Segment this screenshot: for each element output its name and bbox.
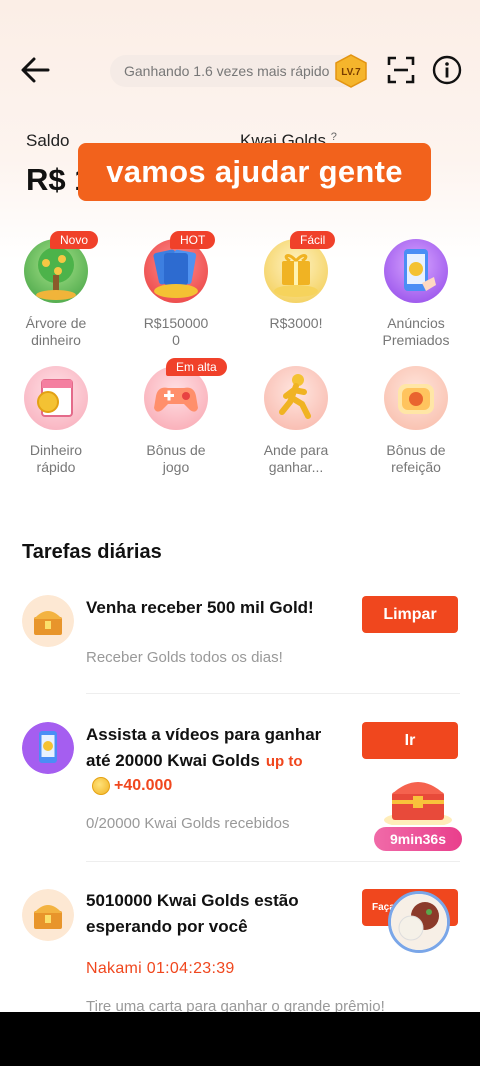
phone-ad-icon [384,239,448,303]
speed-boost-pill[interactable]: Ganhando 1.6 vezes mais rápido [110,55,366,87]
coin-calendar-icon [24,366,88,430]
go-button[interactable]: Ir [362,722,458,759]
task-subtitle: Tire uma carta para ganhar o grande prêm… [86,998,385,1012]
tasks-section-title: Tarefas diárias [22,541,162,563]
feature-label: Árvore de dinheiro [25,315,87,348]
feature-label: Ande para ganhar... [263,442,329,475]
feature-meal-bonus[interactable]: Bônus de refeição [356,366,476,476]
feature-label: Anúncios Premiados [382,315,450,348]
feature-badge: Novo [50,231,99,249]
money-tree-icon: Novo [24,231,99,303]
floating-timer[interactable]: 9min36s [372,825,464,853]
meal-icon [384,366,448,430]
divider [86,693,460,694]
feature-label: R$3000! [269,315,323,331]
saldo-label: Saldo [26,131,70,150]
treasure-chest-icon [22,889,74,941]
treasure-chest-icon [22,595,74,647]
task-title: 5010000 Kwai Golds estão esperando por v… [86,888,299,940]
task-title: Assista a vídeos para ganhar até 20000 K… [86,722,321,775]
task-subtitle: Receber Golds todos os dias! [86,649,283,666]
floating-chest-icon[interactable] [380,770,456,830]
walking-man-icon [264,366,328,430]
up-to-label: up to [265,753,303,770]
back-arrow-icon[interactable] [18,54,52,86]
gold-coin-icon [92,777,110,795]
rewards-page: Ganhando 1.6 vezes mais rápido LV.7 Sald… [0,0,480,1012]
video-caption-overlay: vamos ajudar gente [78,143,431,201]
feature-walk[interactable]: Ande para ganhar... [236,366,356,476]
feature-badge: Fácil [290,231,336,249]
task-title-line1: 5010000 Kwai Golds estão [86,891,299,910]
feature-badge: HOT [170,231,216,249]
help-icon[interactable]: ? [331,131,337,143]
system-navigation-bar [0,1012,480,1066]
countdown-timer: Nakami 01:04:23:39 [86,960,235,977]
feature-quick-money[interactable]: Dinheiro rápido [0,366,116,476]
task-title-line1: Assista a vídeos para ganhar [86,725,322,744]
scan-icon[interactable] [386,55,416,85]
bonus-amount: +40.000 [114,777,173,794]
feature-label: R$150000 0 [143,315,209,348]
feature-gold-gift[interactable]: Fácil R$3000! [236,231,356,332]
cards-coins-icon: HOT [144,231,216,303]
task-subtitle: 0/20000 Kwai Golds recebidos [86,815,290,832]
feature-label: Dinheiro rápido [29,442,83,475]
speed-text: Ganhando 1.6 vezes mais rápido [124,63,330,79]
feature-game-bonus[interactable]: Em alta Bônus de jogo [116,358,236,476]
level-badge-text: LV.7 [341,67,361,78]
gold-gift-icon: Fácil [264,231,336,303]
gamepad-icon: Em alta [144,358,227,430]
feature-label: Bônus de jogo [146,442,206,475]
feature-cards[interactable]: HOT R$150000 0 [116,231,236,349]
feature-label: Bônus de refeição [386,442,446,475]
divider [86,861,460,862]
claim-button[interactable]: Limpar [362,596,458,633]
floating-meal-icon[interactable] [388,891,450,953]
bonus-reward: +40.000 [92,777,172,795]
feature-ads[interactable]: Anúncios Premiados [356,239,476,349]
level-badge-icon: LV.7 [335,54,367,88]
task-title-line2: esperando por você [86,917,248,936]
feature-money-tree[interactable]: Novo Árvore de dinheiro [0,231,116,349]
task-title: Venha receber 500 mil Gold! [86,598,314,617]
task-title-line2: até 20000 Kwai Golds [86,751,260,770]
info-icon[interactable] [432,55,462,85]
phone-video-icon [22,722,74,774]
feature-badge: Em alta [166,358,227,376]
